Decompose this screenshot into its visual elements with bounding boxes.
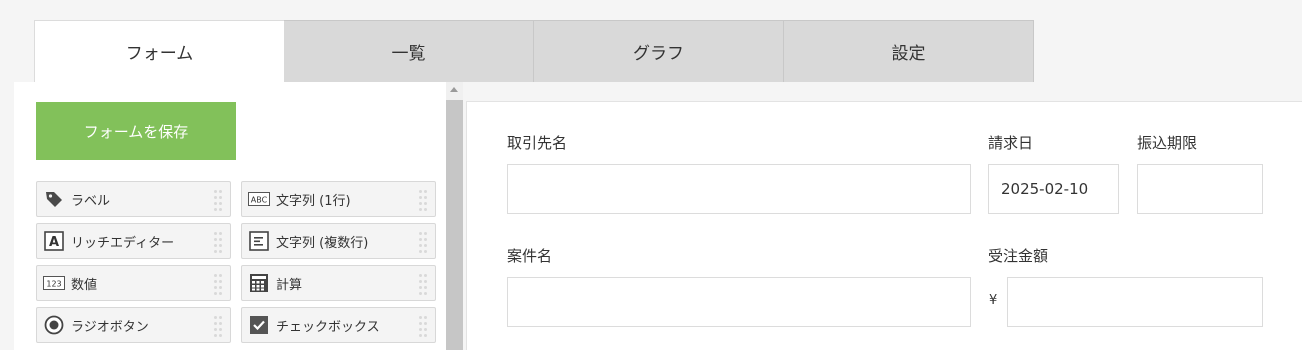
scroll-up-arrow-icon[interactable]: [450, 87, 458, 92]
field-item-multi-line-text[interactable]: 文字列 (複数行): [241, 223, 436, 259]
tab-list-label: 一覧: [391, 44, 426, 64]
radio-icon: [43, 314, 65, 336]
drag-handle-icon[interactable]: [419, 316, 429, 337]
field-item-number[interactable]: 123 数値: [36, 265, 231, 301]
currency-symbol: ¥: [989, 293, 998, 308]
project-name-field[interactable]: [507, 277, 971, 327]
tab-settings[interactable]: 設定: [784, 20, 1034, 82]
order-amount-label: 受注金額: [988, 247, 1049, 265]
field-item-radio-button[interactable]: ラジオボタン: [36, 307, 231, 343]
number-icon: 123: [43, 272, 65, 294]
field-item-rich-editor[interactable]: A リッチエディター: [36, 223, 231, 259]
drag-handle-icon[interactable]: [419, 274, 429, 295]
field-item-calculation[interactable]: 計算: [241, 265, 436, 301]
order-amount-field[interactable]: [1007, 277, 1263, 327]
tab-graph-label: グラフ: [633, 44, 684, 64]
letter-a-icon: A: [43, 230, 65, 252]
drag-handle-icon[interactable]: [419, 232, 429, 253]
client-name-label: 取引先名: [507, 134, 568, 152]
field-item-label-text: 文字列 (1行): [276, 193, 351, 209]
calculator-icon: [248, 272, 270, 294]
svg-text:A: A: [49, 235, 59, 250]
invoice-date-label: 請求日: [988, 134, 1034, 152]
tab-bar: フォーム 一覧 グラフ 設定: [34, 20, 1034, 82]
app-window: フォーム 一覧 グラフ 設定 フォームを保存 ラベル ABC 文字列 (1行): [0, 0, 1302, 350]
scroll-thumb[interactable]: [446, 100, 463, 350]
abc-icon: ABC: [248, 188, 270, 210]
invoice-date-field[interactable]: 2025-02-10: [988, 164, 1119, 214]
svg-text:ABC: ABC: [251, 196, 268, 205]
tab-form[interactable]: フォーム: [34, 20, 284, 82]
field-item-label-text: ラジオボタン: [71, 319, 149, 335]
drag-handle-icon[interactable]: [419, 190, 429, 211]
svg-text:123: 123: [46, 280, 61, 289]
field-item-label-text: 数値: [71, 277, 98, 293]
field-item-checkbox[interactable]: チェックボックス: [241, 307, 436, 343]
drag-handle-icon[interactable]: [214, 232, 224, 253]
field-item-label-text: 文字列 (複数行): [276, 235, 369, 251]
field-item-label-text: リッチエディター: [71, 235, 175, 251]
drag-handle-icon[interactable]: [214, 316, 224, 337]
form-canvas: 取引先名 請求日 2025-02-10 振込期限 案件名 受注金額 ¥: [466, 101, 1302, 350]
field-item-label-text: チェックボックス: [276, 319, 380, 335]
client-name-field[interactable]: [507, 164, 971, 214]
field-item-label-text: ラベル: [71, 193, 111, 209]
multiline-text-icon: [248, 230, 270, 252]
tab-form-label: フォーム: [125, 44, 194, 64]
field-item-single-line-text[interactable]: ABC 文字列 (1行): [241, 181, 436, 217]
project-name-label: 案件名: [507, 247, 553, 265]
tab-graph[interactable]: グラフ: [534, 20, 784, 82]
drag-handle-icon[interactable]: [214, 190, 224, 211]
field-item-label[interactable]: ラベル: [36, 181, 231, 217]
tab-settings-label: 設定: [891, 44, 926, 64]
checkbox-icon: [248, 314, 270, 336]
palette-scrollbar[interactable]: [446, 82, 463, 350]
tag-icon: [43, 188, 65, 210]
payment-due-field[interactable]: [1137, 164, 1263, 214]
tab-list[interactable]: 一覧: [284, 20, 534, 82]
field-palette: フォームを保存 ラベル ABC 文字列 (1行) A リッチエディター 文字列 …: [14, 82, 446, 350]
field-item-label-text: 計算: [276, 277, 303, 293]
payment-due-label: 振込期限: [1137, 134, 1198, 152]
drag-handle-icon[interactable]: [214, 274, 224, 295]
save-form-button[interactable]: フォームを保存: [36, 102, 236, 160]
